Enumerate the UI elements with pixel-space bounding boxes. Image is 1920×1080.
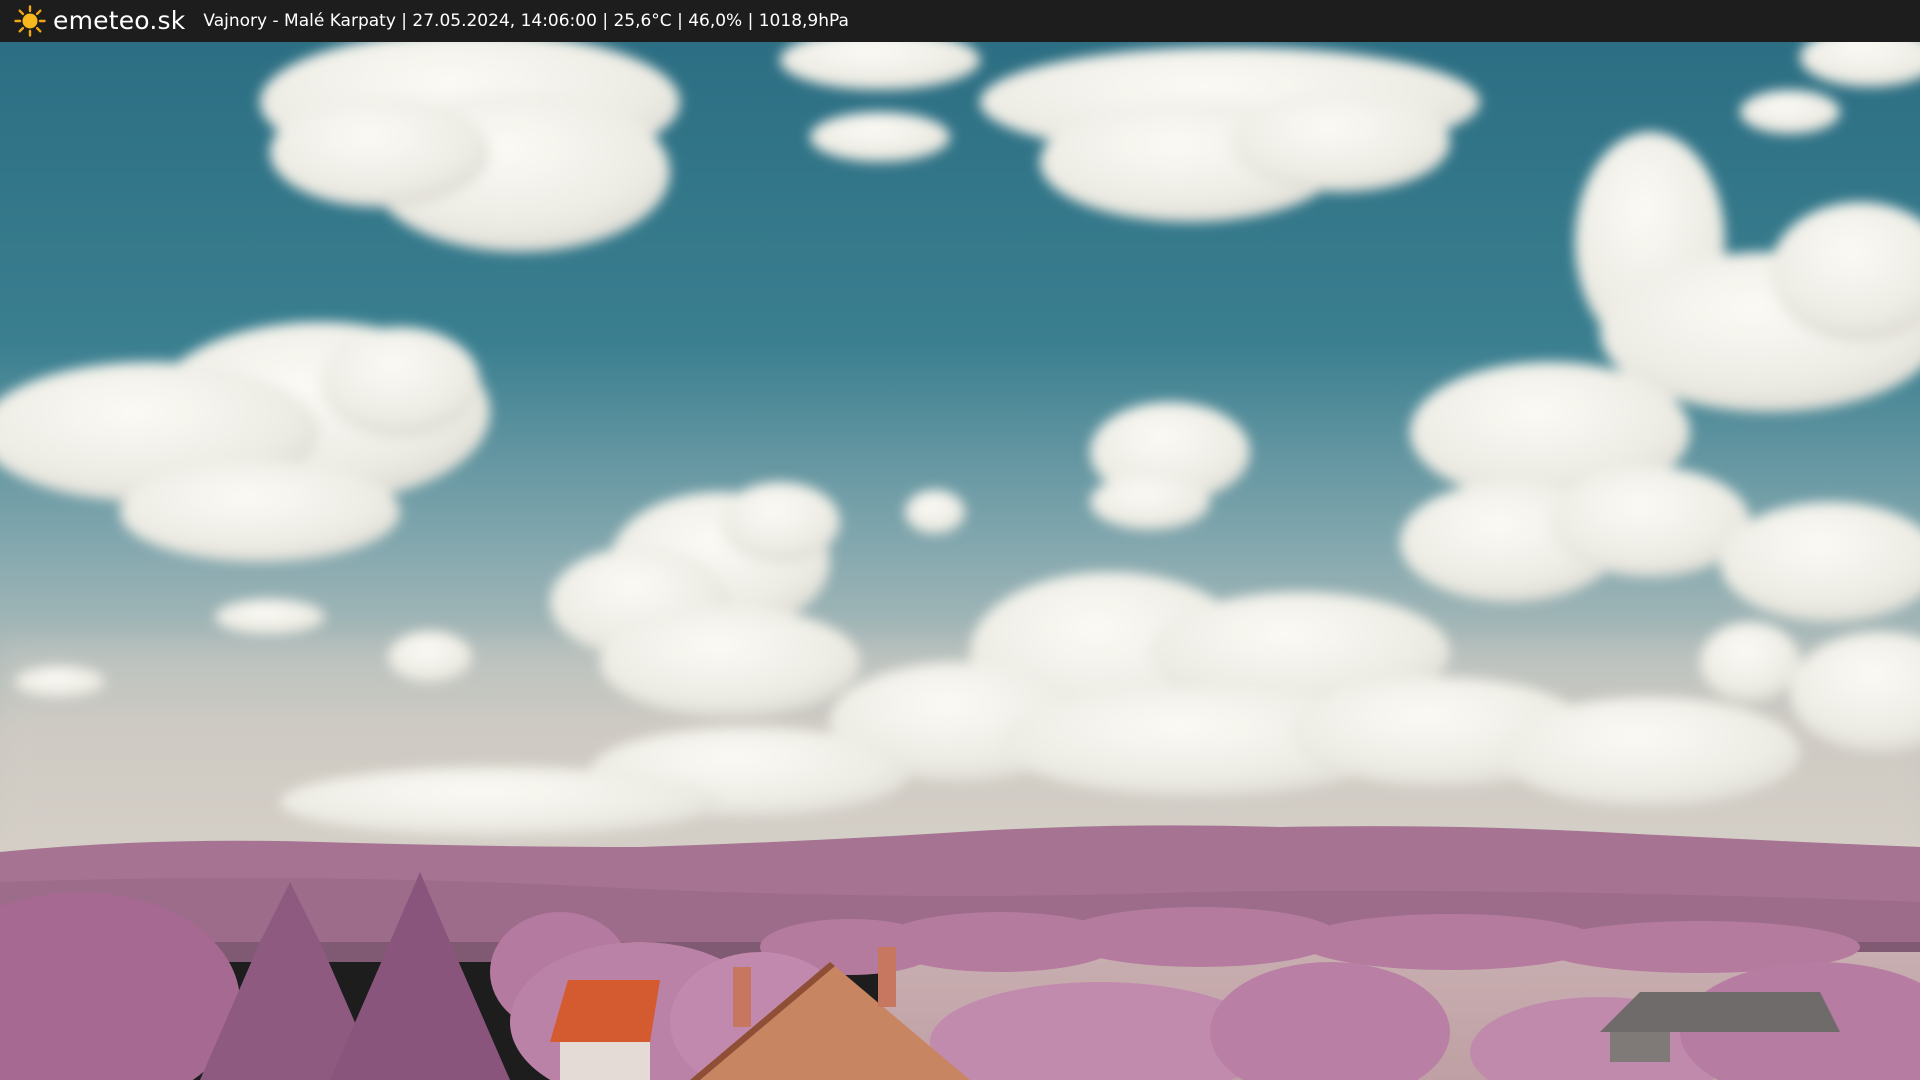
house-left xyxy=(550,980,660,1080)
top-bar: emeteo.sk Vajnory - Malé Karpaty | 27.05… xyxy=(0,0,1920,42)
brand[interactable]: emeteo.sk xyxy=(14,0,185,42)
weather-info-line: Vajnory - Malé Karpaty | 27.05.2024, 14:… xyxy=(203,11,849,31)
brand-name: emeteo.sk xyxy=(53,6,186,35)
sun-icon xyxy=(14,5,46,37)
webcam-scene xyxy=(0,42,1920,1080)
webcam-image xyxy=(0,42,1920,1080)
